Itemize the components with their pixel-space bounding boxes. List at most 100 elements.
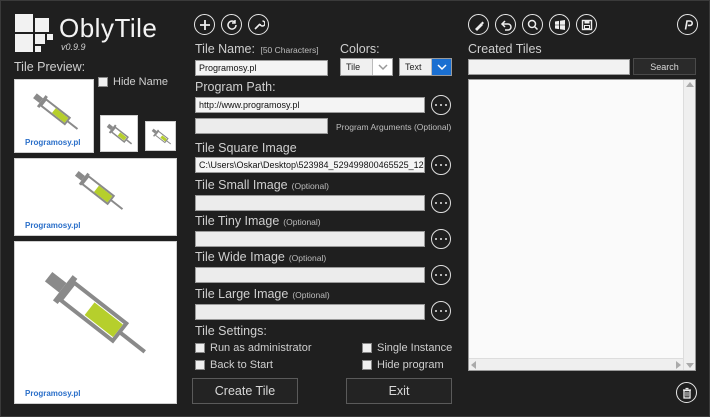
program-arguments-label: Program Arguments (Optional) — [336, 122, 451, 132]
save-button[interactable] — [576, 14, 597, 35]
text-color-dropdown[interactable] — [431, 59, 451, 75]
add-tile-button[interactable] — [194, 14, 215, 35]
program-arguments-input[interactable] — [195, 118, 328, 134]
scroll-right-arrow[interactable] — [676, 361, 681, 369]
chevron-down-icon — [436, 64, 447, 71]
created-tiles-search-button[interactable]: Search — [633, 58, 696, 75]
wide-image-optional: (Optional) — [288, 253, 327, 263]
tile-settings-label: Tile Settings: — [195, 324, 267, 338]
wide-image-label-text: Tile Wide Image — [195, 250, 285, 264]
wide-image-label: Tile Wide Image (Optional) — [195, 250, 326, 264]
tiny-image-input[interactable] — [195, 231, 425, 247]
tile-color-dropdown[interactable] — [372, 59, 392, 75]
browse-wide-image-button[interactable] — [431, 265, 451, 285]
back-to-start-label: Back to Start — [210, 359, 273, 371]
large-image-label-text: Tile Large Image — [195, 287, 289, 301]
syringe-large-icon — [44, 271, 146, 354]
small-image-input[interactable] — [195, 195, 425, 211]
refresh-button[interactable] — [221, 14, 242, 35]
single-instance-label: Single Instance — [377, 342, 453, 354]
browse-large-image-button[interactable] — [431, 301, 451, 321]
tile-color-label: Tile — [346, 62, 361, 72]
tile-name-label: Tile Name: [50 Characters] — [195, 42, 319, 56]
text-color-label: Text — [405, 62, 422, 72]
syringe-tiny-icon — [151, 128, 172, 145]
scroll-up-arrow[interactable] — [686, 82, 694, 87]
tile-name-input[interactable]: Programosy.pl — [195, 60, 328, 76]
program-arguments-optional: (Optional) — [413, 122, 452, 132]
small-image-label-text: Tile Small Image — [195, 178, 288, 192]
large-image-input[interactable] — [195, 304, 425, 320]
small-image-optional: (Optional) — [291, 181, 329, 191]
program-path-input[interactable]: http://www.programosy.pl — [195, 97, 425, 113]
tile-preview-small — [100, 115, 138, 152]
run-as-admin-checkbox[interactable]: Run as administrator — [195, 342, 312, 354]
windows-icon — [554, 19, 565, 30]
wrench-icon — [253, 19, 265, 30]
single-instance-checkbox[interactable]: Single Instance — [362, 342, 452, 354]
tiny-image-optional: (Optional) — [283, 217, 321, 227]
hide-program-checkbox[interactable]: Hide program — [362, 359, 444, 371]
colors-label: Colors: — [340, 42, 380, 56]
windows-button[interactable] — [549, 14, 570, 35]
back-to-start-check[interactable] — [195, 360, 205, 370]
wide-image-input[interactable] — [195, 267, 425, 283]
browse-tiny-image-button[interactable] — [431, 229, 451, 249]
tiny-image-label: Tile Tiny Image (Optional) — [195, 214, 321, 228]
tiny-image-label-text: Tile Tiny Image — [195, 214, 280, 228]
created-tiles-search-input[interactable] — [468, 59, 630, 75]
brush-icon — [474, 21, 484, 31]
undo-button[interactable] — [495, 14, 516, 35]
tile-preview-wide: Programosy.pl — [14, 158, 177, 236]
search-tiles-button[interactable] — [522, 14, 543, 35]
square-image-input[interactable]: C:\Users\Oskar\Desktop\523984_5294998004… — [195, 157, 425, 173]
created-tiles-hscrollbar[interactable] — [469, 358, 683, 370]
save-icon — [581, 19, 592, 30]
tile-name-label-text: Tile Name: — [195, 42, 255, 56]
paypal-icon — [684, 19, 693, 30]
small-image-label: Tile Small Image (Optional) — [195, 178, 329, 192]
single-instance-check[interactable] — [362, 343, 372, 353]
back-to-start-checkbox[interactable]: Back to Start — [195, 359, 273, 371]
text-color-select[interactable]: Text — [399, 58, 452, 76]
large-image-optional: (Optional) — [292, 290, 330, 300]
hide-program-label: Hide program — [377, 359, 444, 371]
program-arguments-label-text: Program Arguments — [336, 122, 412, 132]
hide-name-label: Hide Name — [113, 76, 169, 88]
hide-name-checkbox[interactable]: Hide Name — [98, 76, 168, 88]
refresh-icon — [226, 19, 237, 30]
scroll-down-arrow[interactable] — [686, 363, 694, 368]
hide-program-check[interactable] — [362, 360, 372, 370]
run-as-admin-label: Run as administrator — [210, 342, 312, 354]
created-tiles-list[interactable] — [468, 79, 696, 371]
hide-name-check[interactable] — [98, 77, 108, 87]
run-as-admin-check[interactable] — [195, 343, 205, 353]
syringe-small-icon — [106, 123, 133, 145]
app-window: OblyTile v0.9.9 Tile Preview: Hide Name … — [0, 0, 710, 417]
tile-name-hint: [50 Characters] — [260, 45, 319, 55]
search-icon — [527, 19, 538, 30]
browse-square-image-button[interactable] — [431, 155, 451, 175]
edit-button[interactable] — [468, 14, 489, 35]
create-tile-button[interactable]: Create Tile — [192, 378, 298, 404]
scroll-left-arrow[interactable] — [471, 361, 476, 369]
large-image-label: Tile Large Image (Optional) — [195, 287, 330, 301]
chevron-down-icon — [377, 64, 388, 71]
donate-button[interactable] — [677, 14, 698, 35]
app-logo — [15, 14, 55, 54]
tile-preview-label: Tile Preview: — [14, 60, 86, 74]
app-title: OblyTile — [59, 13, 158, 43]
tile-color-select[interactable]: Tile — [340, 58, 393, 76]
tools-button[interactable] — [248, 14, 269, 35]
program-path-label: Program Path: — [195, 80, 276, 94]
exit-button[interactable]: Exit — [346, 378, 452, 404]
browse-program-button[interactable] — [431, 95, 451, 115]
add-icon — [199, 19, 210, 30]
tile-preview-large-name: Programosy.pl — [25, 389, 81, 398]
tile-preview-tiny — [145, 121, 176, 151]
logo-icon — [15, 14, 53, 52]
created-tiles-scrollbar[interactable] — [683, 80, 695, 370]
tile-preview-wide-name: Programosy.pl — [25, 221, 81, 230]
browse-small-image-button[interactable] — [431, 193, 451, 213]
delete-tile-button[interactable] — [676, 382, 697, 403]
